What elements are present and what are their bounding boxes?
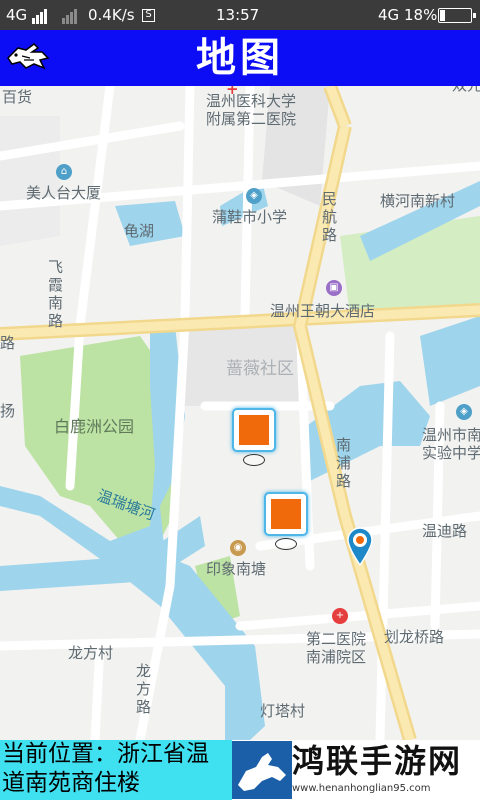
map-label: + 第二医院 南浦院区 (306, 608, 367, 666)
map-view[interactable]: 百货 + 温州医科大学 附属第二医院 横河南新村 ⌂ 美人台大厦 ◈ 蒲鞋市小学 民航… (0, 86, 480, 740)
road-label: 温迪路 (422, 522, 468, 540)
location-line-2: 道南苑商住楼 (2, 770, 140, 796)
watermark: 鸿联手游网 www.henanhonglian95.com (232, 740, 480, 800)
bottom-bar: 当前位置：浙江省温 道南苑商住楼 鸿联手游网 www.henanhonglian… (0, 740, 480, 800)
map-label: 百货 (2, 88, 33, 106)
sim-icon: S (138, 6, 155, 24)
map-label: ▣ 温州王朝大酒店 (270, 280, 376, 320)
map-label: 龟湖 (124, 222, 155, 240)
road-label: 民航路 (322, 190, 338, 244)
location-line-1: 当前位置：浙江省温 (2, 741, 209, 767)
location-pin-icon[interactable] (346, 526, 374, 567)
dog-logo-icon (232, 741, 292, 799)
map-label: ◉ 印象南塘 (206, 540, 267, 578)
shopping-icon: ◉ (230, 540, 246, 556)
map-label: 双元 (452, 86, 480, 94)
battery-percent: 18% (404, 6, 438, 24)
title-bar: 地图 (0, 30, 480, 86)
second-signal (62, 6, 78, 24)
map-label: 灯塔村 (260, 702, 306, 720)
school-icon: ◈ (456, 404, 472, 420)
marker-box (264, 492, 308, 536)
map-label: 蔷薇社区 (226, 359, 294, 379)
map-label: 扬 (0, 402, 16, 420)
map-label: + 温州医科大学 附属第二医院 (196, 86, 306, 128)
map-label: ◈ 温州市南 (422, 404, 480, 444)
page-title: 地图 (196, 35, 284, 81)
school-icon: ◈ (246, 188, 262, 204)
poi-marker[interactable] (264, 492, 308, 554)
clock: 13:57 (216, 6, 260, 24)
marker-box (232, 408, 276, 452)
hotel-icon: ▣ (326, 280, 342, 296)
map-label: 实验中学 (422, 444, 480, 462)
map-label: 横河南新村 (380, 192, 456, 210)
road-label: 划龙桥路 (384, 628, 445, 646)
battery-icon (438, 6, 476, 24)
map-label: ⌂ 美人台大厦 (26, 164, 102, 202)
road-label: 飞霞南路 (48, 258, 64, 330)
current-location-panel: 当前位置：浙江省温 道南苑商住楼 (0, 740, 232, 800)
watermark-url: www.henanhonglian95.com (292, 783, 431, 794)
signal-strength-icon (62, 6, 78, 24)
network-type-right: 4G (378, 6, 400, 24)
network-speed: 0.4K/s (88, 6, 135, 24)
road-label: 南浦路 (336, 436, 352, 490)
poi-hospital-icon: + (226, 86, 239, 98)
road-label: 龙方路 (136, 662, 152, 716)
marker-ring (275, 538, 297, 550)
network-indicator: 4G (6, 6, 48, 24)
signal-strength-icon (31, 6, 48, 24)
watermark-name: 鸿联手游网 (292, 742, 463, 780)
map-label: 白鹿洲公园 (54, 417, 135, 436)
building-icon: ⌂ (56, 164, 72, 180)
marker-ring (243, 454, 265, 466)
network-type-label: 4G (6, 6, 28, 24)
map-label: ◈ 蒲鞋市小学 (212, 188, 288, 226)
map-label: 龙方村 (68, 644, 114, 662)
status-bar: 4G 0.4K/s S 13:57 4G 18% (0, 0, 480, 30)
hospital-icon: + (332, 608, 348, 624)
road-label: 路 (0, 334, 16, 352)
poi-marker[interactable] (232, 408, 276, 470)
